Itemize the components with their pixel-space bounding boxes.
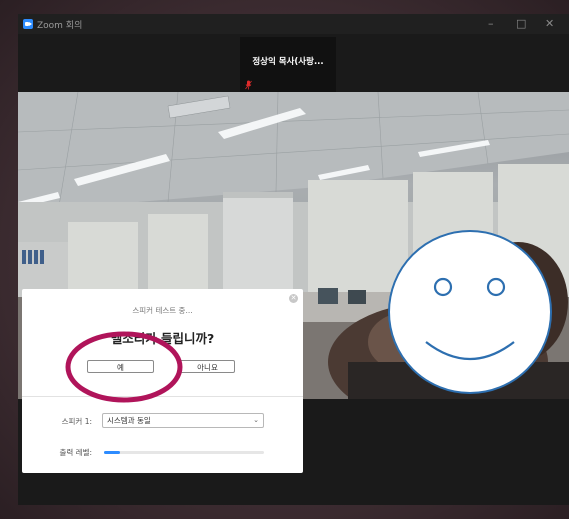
participant-tile[interactable]: 정상익 목사(사랑... (240, 37, 336, 93)
chevron-down-icon: ⌄ (253, 416, 259, 424)
no-button[interactable]: 아니요 (180, 360, 235, 373)
speaker-select[interactable]: 시스템과 동일 ⌄ (102, 413, 264, 428)
maximize-button[interactable]: □ (516, 17, 526, 30)
dialog-close-icon[interactable]: ✕ (289, 294, 298, 303)
speaker-label: 스피커 1: (61, 417, 92, 426)
participant-name: 정상익 목사(사랑... (252, 57, 324, 67)
smiley-face-annotation (388, 230, 552, 394)
window-title: Zoom 회의 (37, 21, 83, 31)
dialog-subtitle: 스피커 테스트 중... (132, 306, 193, 315)
highlight-circle-annotation (65, 331, 183, 403)
titlebar: Zoom 회의 – □ ✕ (18, 14, 569, 34)
speaker-select-value: 시스템과 동일 (107, 416, 151, 425)
output-level-label: 출력 레벨: (59, 448, 92, 457)
output-level-fill (104, 451, 120, 454)
minimize-button[interactable]: – (488, 17, 494, 30)
close-button[interactable]: ✕ (545, 17, 554, 30)
zoom-camera-icon (23, 19, 33, 29)
output-level-meter (104, 451, 264, 454)
mic-muted-icon (245, 80, 252, 90)
